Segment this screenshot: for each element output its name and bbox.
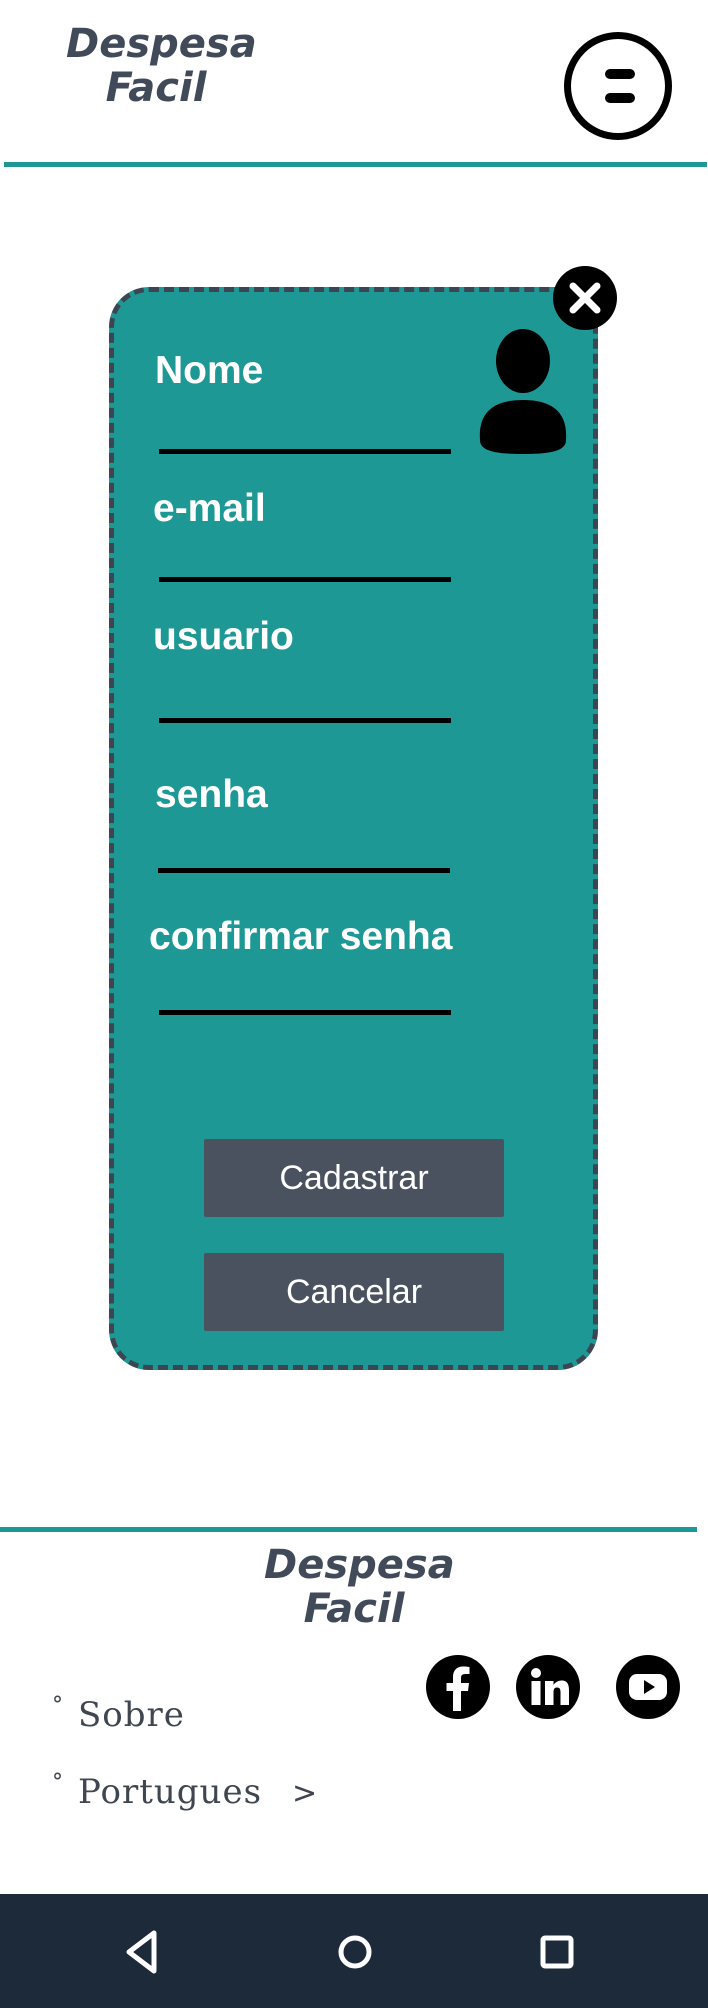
recents-icon: [540, 1935, 574, 1969]
email-label: e-mail: [153, 487, 266, 530]
about-link-label: Sobre: [78, 1695, 185, 1735]
language-label: Portugues: [78, 1772, 263, 1812]
close-button[interactable]: [553, 266, 617, 330]
email-field-underline: [159, 577, 451, 582]
user-avatar-icon: [479, 329, 567, 454]
linkedin-icon: [531, 1668, 569, 1705]
facebook-icon: [446, 1666, 470, 1711]
footer-logo-line2: Facil: [303, 1586, 405, 1632]
app-logo-line2: Facil: [105, 65, 207, 111]
header-divider: [4, 162, 707, 167]
youtube-link[interactable]: [616, 1655, 680, 1719]
language-bullet: °: [52, 1770, 64, 1795]
back-button[interactable]: [112, 1922, 172, 1982]
username-field-underline: [159, 718, 451, 723]
username-field[interactable]: [159, 672, 451, 712]
confirm-password-label: confirmar senha: [149, 915, 453, 958]
back-icon: [126, 1930, 157, 1974]
app-logo-line1: Despesa: [66, 21, 257, 67]
password-field-underline: [158, 868, 450, 873]
footer-divider: [0, 1527, 697, 1532]
confirm-password-field-underline: [159, 1010, 451, 1015]
home-button[interactable]: [325, 1922, 385, 1982]
name-label: Nome: [155, 349, 264, 392]
cancel-button[interactable]: Cancelar: [204, 1253, 504, 1331]
youtube-icon: [629, 1674, 667, 1700]
app-logo[interactable]: Despesa Facil: [66, 21, 257, 111]
name-field-underline: [159, 449, 451, 454]
password-label: senha: [155, 773, 268, 816]
username-label: usuario: [153, 615, 294, 658]
close-icon: [569, 282, 601, 314]
chevron-right-icon: >: [292, 1776, 319, 1811]
footer-logo: Despesa Facil: [264, 1542, 455, 1632]
register-button[interactable]: Cadastrar: [204, 1139, 504, 1217]
password-field[interactable]: [158, 823, 450, 863]
home-icon: [338, 1935, 372, 1969]
name-field[interactable]: [159, 404, 451, 444]
facebook-link[interactable]: [426, 1655, 490, 1719]
email-field[interactable]: [159, 532, 451, 572]
menu-circle-icon-bar: [605, 93, 635, 103]
about-link[interactable]: ° Sobre: [52, 1693, 185, 1735]
footer-logo-line1: Despesa: [264, 1542, 455, 1588]
about-bullet: °: [52, 1693, 64, 1718]
menu-circle-icon: [605, 69, 635, 79]
menu-button[interactable]: [564, 32, 672, 140]
language-selector[interactable]: ° Portugues >: [52, 1770, 318, 1812]
recents-button[interactable]: [527, 1922, 587, 1982]
confirm-password-field[interactable]: [159, 965, 451, 1005]
linkedin-link[interactable]: [516, 1655, 580, 1719]
